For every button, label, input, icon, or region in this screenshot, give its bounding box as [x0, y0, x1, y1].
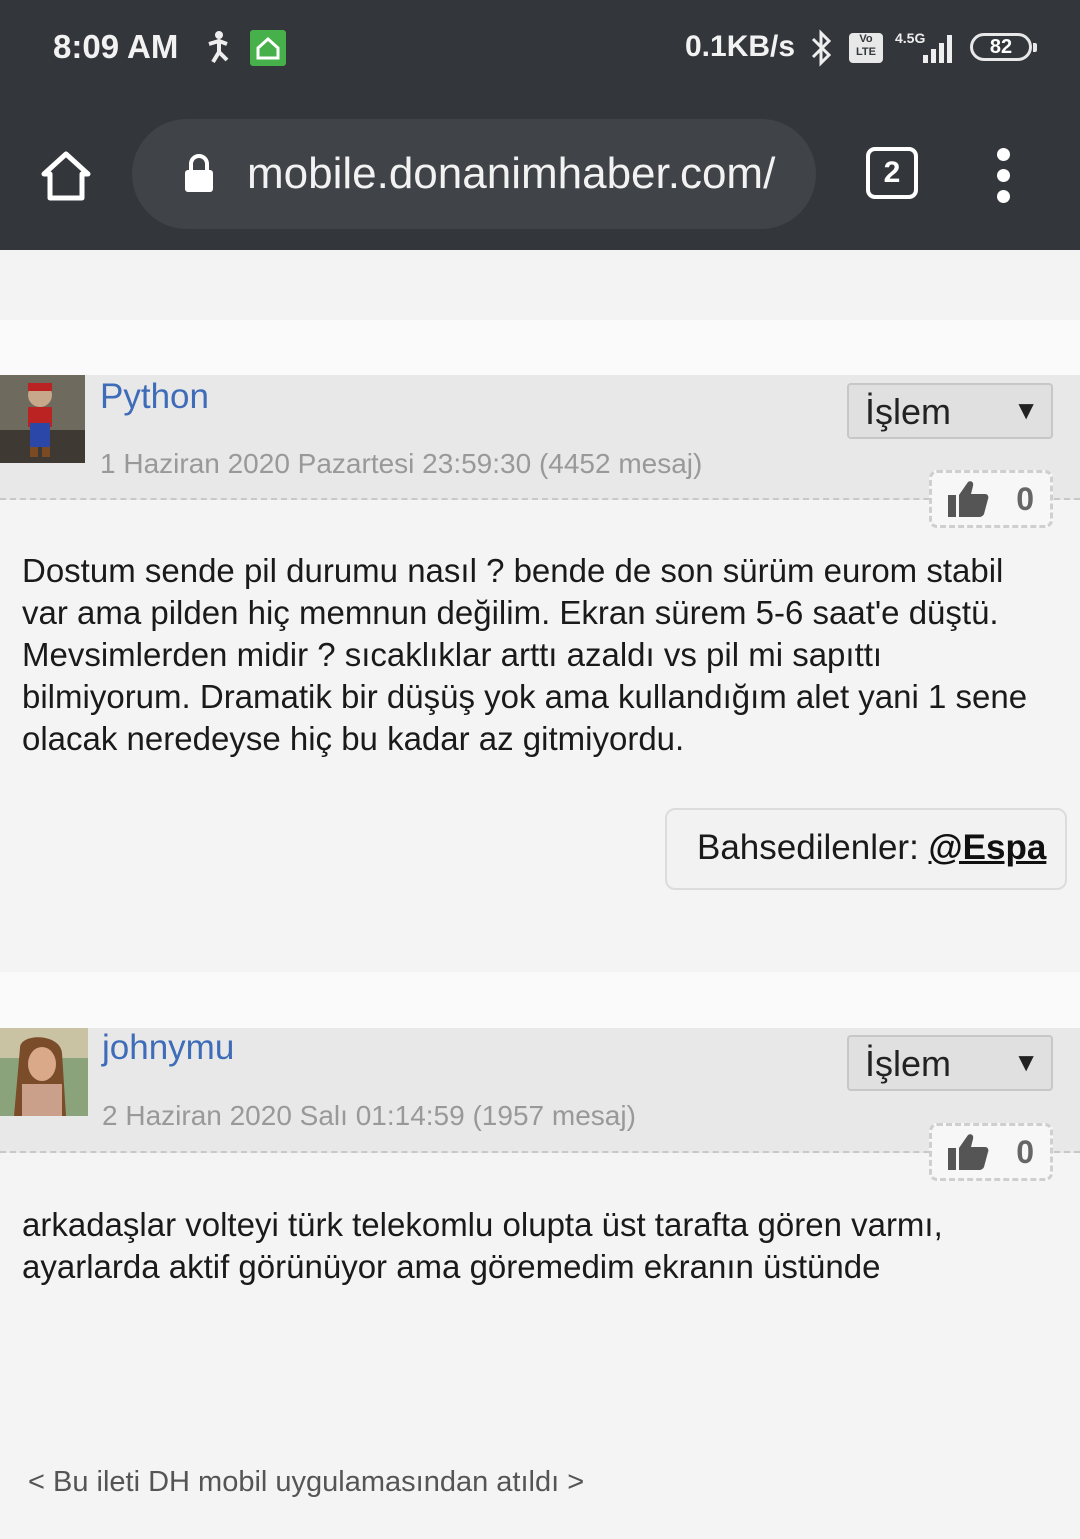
dropdown-arrow-icon: ▼ — [1013, 1047, 1039, 1077]
accessibility-icon — [208, 31, 229, 64]
like-button[interactable]: 0 — [929, 470, 1053, 528]
post-meta: 1 Haziran 2020 Pazartesi 23:59:30 (4452 … — [100, 448, 703, 479]
tab-switcher-button[interactable]: 2 — [866, 147, 918, 199]
post-username[interactable]: Python — [100, 377, 209, 417]
lock-icon — [185, 154, 213, 192]
post-content: Dostum sende pil durumu nasıl ? bende de… — [22, 552, 1028, 757]
battery-indicator: 82 — [970, 33, 1037, 61]
overflow-menu-icon[interactable] — [986, 148, 1020, 204]
dropdown-arrow-icon: ▼ — [1013, 395, 1039, 425]
post-action-dropdown[interactable]: İşlem ▼ — [847, 383, 1053, 439]
mentions-box: Bahsedilenler: @Espa — [665, 808, 1067, 890]
status-bar: 8:09 AM 0.1KB/s Vo LTE 4.5G 82 — [0, 0, 1080, 100]
avatar[interactable] — [0, 1028, 88, 1116]
dropdown-label: İşlem — [865, 1043, 952, 1084]
page-top-spacer — [0, 250, 1080, 320]
post-action-dropdown[interactable]: İşlem ▼ — [847, 1035, 1053, 1091]
signal-icon — [923, 35, 952, 63]
post-signature: < Bu ileti DH mobil uygulamasından atıld… — [28, 1466, 585, 1498]
volte-icon: Vo LTE — [849, 33, 883, 63]
post-username[interactable]: johnymu — [102, 1028, 234, 1068]
forum-post: Python 1 Haziran 2020 Pazartesi 23:59:30… — [0, 320, 1080, 972]
post-header: johnymu 2 Haziran 2020 Salı 01:14:59 (19… — [0, 1028, 1080, 1153]
url-text[interactable]: mobile.donanimhaber.com/ — [247, 149, 775, 199]
home-app-icon — [250, 30, 286, 66]
mentioned-user-link[interactable]: @Espa — [929, 828, 1047, 867]
bluetooth-icon — [811, 29, 832, 67]
post-header: Python 1 Haziran 2020 Pazartesi 23:59:30… — [0, 375, 1080, 500]
home-icon[interactable] — [36, 146, 96, 206]
address-bar[interactable]: mobile.donanimhaber.com/ — [132, 119, 816, 229]
forum-post: johnymu 2 Haziran 2020 Salı 01:14:59 (19… — [0, 972, 1080, 1539]
like-count: 0 — [1016, 1134, 1034, 1170]
dropdown-label: İşlem — [865, 391, 952, 432]
post-meta: 2 Haziran 2020 Salı 01:14:59 (1957 mesaj… — [102, 1100, 636, 1131]
browser-toolbar: mobile.donanimhaber.com/ 2 — [0, 100, 1080, 250]
post-content: arkadaşlar volteyi türk telekomlu olupta… — [22, 1206, 943, 1285]
like-count: 0 — [1016, 481, 1034, 517]
status-time: 8:09 AM — [53, 28, 179, 65]
thumbs-up-icon — [948, 1134, 989, 1170]
network-speed: 0.1KB/s — [685, 30, 796, 63]
mentions-label: Bahsedilenler: — [697, 828, 929, 867]
like-button[interactable]: 0 — [929, 1123, 1053, 1181]
thumbs-up-icon — [948, 481, 989, 517]
avatar[interactable] — [0, 375, 85, 463]
